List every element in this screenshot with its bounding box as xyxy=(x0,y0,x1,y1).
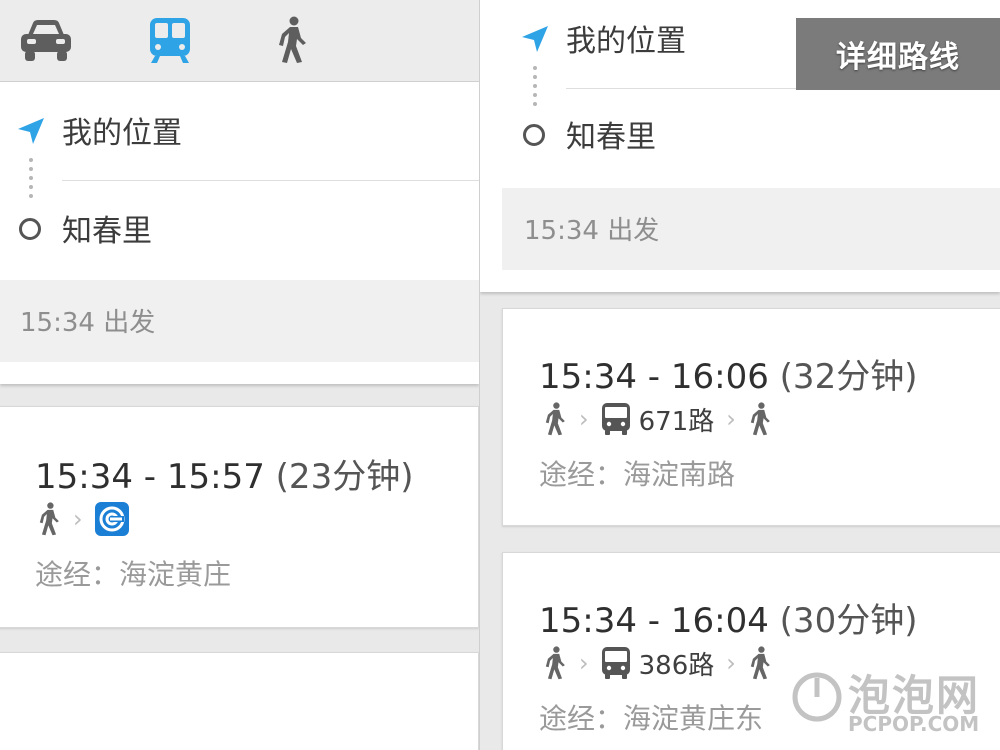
step-list: › 671路 › xyxy=(543,399,772,439)
destination-marker-icon xyxy=(19,218,41,240)
via-text: 途经：海淀黄庄 xyxy=(35,558,232,591)
time-range: 15:34 - 16:04 xyxy=(539,601,769,641)
route-connector xyxy=(29,158,33,203)
location-arrow-icon xyxy=(522,26,548,52)
via-text: 途经：海淀黄庄东 xyxy=(539,702,764,735)
transit-icon xyxy=(150,18,190,63)
watermark-en: PCPOP.COM xyxy=(848,712,980,736)
location-arrow-icon xyxy=(18,118,44,144)
chevron-right-icon: › xyxy=(726,649,736,677)
row-divider xyxy=(62,180,479,181)
left-panel: 我的位置 知春里 15:34 出发 15:34 - 15:57 (23分钟) › xyxy=(0,0,479,750)
walk-icon xyxy=(545,402,565,436)
walk-icon xyxy=(750,402,770,436)
watermark-logo-icon xyxy=(792,672,842,722)
option-time: 15:34 - 16:04 (30分钟) xyxy=(539,593,917,642)
destination-field[interactable]: 知春里 xyxy=(566,112,656,156)
duration: (30分钟) xyxy=(779,601,918,641)
route-option-card[interactable]: 15:34 - 15:57 (23分钟) › 途经：海淀黄庄 xyxy=(0,406,479,628)
bus-icon xyxy=(601,647,630,679)
detail-route-banner: 详细路线 xyxy=(796,18,1000,90)
route-connector xyxy=(533,66,537,111)
destination-marker-icon xyxy=(523,124,545,146)
car-icon xyxy=(21,20,71,61)
tab-walk[interactable] xyxy=(262,12,322,68)
destination-field[interactable]: 知春里 xyxy=(62,206,152,250)
duration: (23分钟) xyxy=(275,457,414,497)
chevron-right-icon: › xyxy=(579,649,589,677)
line-number: 671路 xyxy=(638,406,715,437)
tab-car[interactable] xyxy=(16,12,76,68)
route-option-card[interactable]: 15:34 - 16:06 (32分钟) › 671路 › 途经：海淀南路 xyxy=(502,308,1000,526)
step-list: › 386路 › xyxy=(543,643,772,683)
chevron-right-icon: › xyxy=(73,505,83,533)
time-range: 15:34 - 16:06 xyxy=(539,357,769,397)
subway-logo-icon xyxy=(94,502,129,536)
route-option-card[interactable] xyxy=(0,652,479,750)
walk-icon xyxy=(750,646,770,680)
transport-mode-bar xyxy=(0,0,479,82)
chevron-right-icon: › xyxy=(579,405,589,433)
duration: (32分钟) xyxy=(779,357,918,397)
chevron-right-icon: › xyxy=(726,405,736,433)
via-text: 途经：海淀南路 xyxy=(539,458,736,491)
option-time: 15:34 - 16:06 (32分钟) xyxy=(539,349,917,398)
walk-icon xyxy=(39,502,59,536)
walk-icon xyxy=(545,646,565,680)
option-time: 15:34 - 15:57 (23分钟) xyxy=(35,449,413,498)
walk-icon xyxy=(279,16,306,63)
bus-icon xyxy=(601,403,630,435)
watermark: 泡泡网 PCPOP.COM xyxy=(790,662,990,742)
route-input-card: 我的位置 知春里 15:34 出发 xyxy=(0,82,479,384)
right-panel: 我的位置 知春里 15:34 出发 15:34 - 16:06 (32分钟) › xyxy=(480,0,1000,750)
depart-time-button[interactable]: 15:34 出发 xyxy=(502,188,1000,270)
origin-field[interactable]: 我的位置 xyxy=(62,108,182,152)
depart-time-button[interactable]: 15:34 出发 xyxy=(0,280,479,362)
step-list: › xyxy=(37,499,129,539)
tab-transit[interactable] xyxy=(140,12,200,68)
time-range: 15:34 - 15:57 xyxy=(35,457,265,497)
origin-field[interactable]: 我的位置 xyxy=(566,16,686,60)
line-number: 386路 xyxy=(638,650,715,681)
